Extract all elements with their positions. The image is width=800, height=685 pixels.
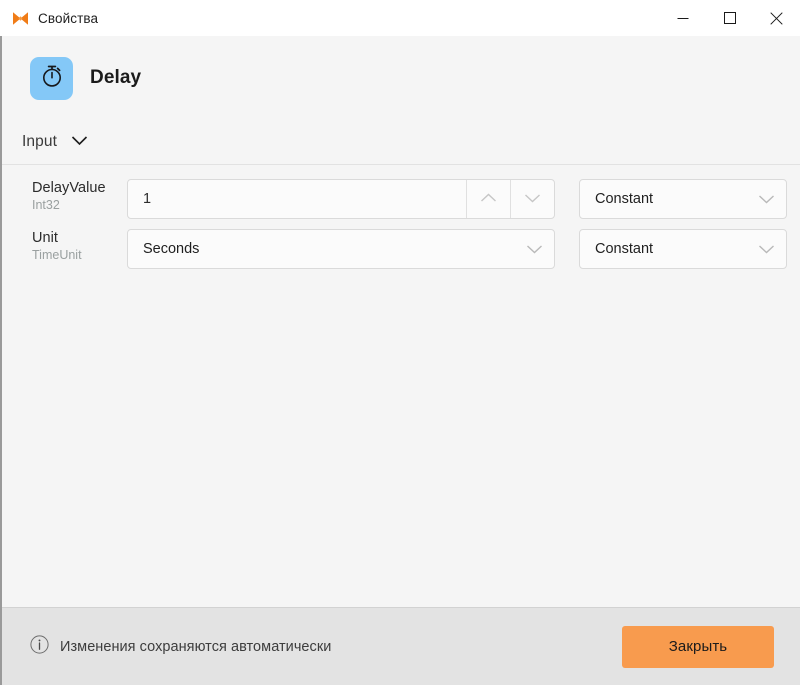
delayvalue-decrement-button[interactable]: [510, 180, 554, 218]
property-type: Int32: [32, 197, 60, 212]
chevron-down-icon: [746, 244, 786, 254]
window-controls: [659, 0, 800, 36]
unit-dropdown-value: Seconds: [143, 241, 200, 257]
maximize-icon: [723, 12, 736, 24]
activity-icon-container: [30, 56, 73, 100]
section-header-input[interactable]: Input: [2, 120, 800, 165]
activity-header: Delay: [2, 36, 800, 120]
close-button[interactable]: [753, 0, 800, 36]
delayvalue-mode-wrapper: Constant: [579, 179, 787, 219]
property-label-cell: Unit TimeUnit: [32, 229, 127, 262]
delayvalue-input-value: 1: [143, 191, 152, 207]
section-label: Input: [22, 133, 57, 150]
title-bar: Свойства: [0, 0, 800, 36]
info-circle-icon: [30, 634, 49, 659]
delayvalue-mode-value: Constant: [595, 191, 654, 207]
chevron-up-icon: [480, 190, 497, 208]
maximize-button[interactable]: [706, 0, 753, 36]
unit-dropdown[interactable]: Seconds: [127, 229, 555, 269]
properties-area: DelayValue Int32 1 Constant Unit TimeUni…: [2, 165, 800, 607]
chevron-down-icon: [524, 190, 541, 208]
property-row-unit: Unit TimeUnit Seconds Constant: [2, 229, 800, 271]
close-dialog-button[interactable]: Закрыть: [622, 625, 774, 668]
delayvalue-mode-dropdown[interactable]: Constant: [579, 179, 787, 219]
autosave-status: Изменения сохраняются автоматически: [30, 634, 332, 659]
page-title: Delay: [90, 67, 142, 88]
unit-mode-dropdown[interactable]: Constant: [579, 229, 787, 269]
minimize-button[interactable]: [659, 0, 706, 36]
window-title: Свойства: [38, 10, 99, 26]
property-name: DelayValue: [32, 180, 106, 196]
close-icon: [770, 11, 783, 25]
property-type: TimeUnit: [32, 247, 82, 262]
title-bar-left: Свойства: [0, 10, 98, 27]
property-row-delayvalue: DelayValue Int32 1 Constant: [2, 179, 800, 221]
delayvalue-field-wrapper: 1: [127, 179, 555, 219]
minimize-icon: [677, 12, 689, 24]
unit-mode-wrapper: Constant: [579, 229, 787, 269]
window-body: Delay Input DelayValue Int32 1 Constant …: [0, 36, 800, 685]
unit-mode-value: Constant: [595, 241, 654, 257]
chevron-down-icon: [746, 194, 786, 204]
property-name: Unit: [32, 230, 58, 246]
properties-window: Свойства Delay Input DelayValue Int32 1 …: [0, 0, 800, 685]
chevron-down-icon: [514, 244, 554, 254]
stopwatch-icon: [39, 63, 65, 94]
delayvalue-numeric-input[interactable]: 1: [127, 179, 555, 219]
property-label-cell: DelayValue Int32: [32, 179, 127, 212]
footer-bar: Изменения сохраняются автоматически Закр…: [2, 607, 800, 685]
autosave-status-text: Изменения сохраняются автоматически: [60, 638, 332, 655]
unit-field-wrapper: Seconds: [127, 229, 555, 269]
butterfly-logo-icon: [12, 10, 29, 27]
delayvalue-increment-button[interactable]: [466, 180, 510, 218]
chevron-down-icon[interactable]: [71, 133, 88, 151]
